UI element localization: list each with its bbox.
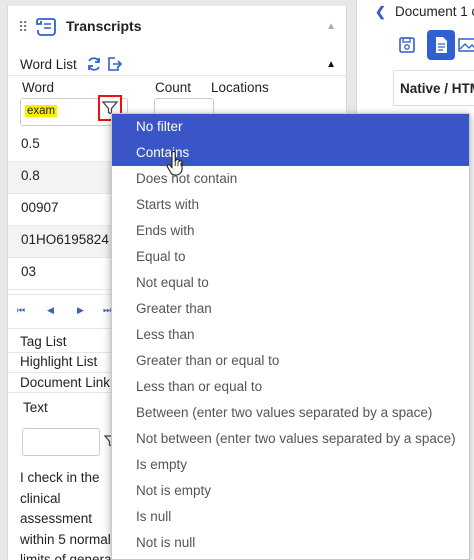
menu-item-less-than-or-equal[interactable]: Less than or equal to (112, 374, 469, 400)
divider (8, 328, 116, 329)
divider (8, 392, 116, 393)
menu-item-greater-than-or-equal[interactable]: Greater than or equal to (112, 348, 469, 374)
column-header-locations[interactable]: Locations (211, 80, 269, 95)
menu-item-ends-with[interactable]: Ends with (112, 218, 469, 244)
word-list-label: Word List (20, 57, 77, 72)
filter-operator-menu: No filter Contains Does not contain Star… (111, 113, 470, 560)
native-html-tab-label: Native / HTM (400, 81, 474, 96)
prev-page-icon[interactable]: ◀ (47, 305, 54, 316)
column-header-count[interactable]: Count (155, 80, 191, 95)
scroll-icon (36, 18, 56, 36)
menu-item-not-equal-to[interactable]: Not equal to (112, 270, 469, 296)
menu-item-not-between[interactable]: Not between (enter two values separated … (112, 426, 469, 452)
transcripts-panel-header: ⠿ Transcripts ▲ (8, 14, 348, 42)
word-row[interactable]: 0.8 (8, 162, 116, 194)
save-icon (399, 37, 415, 53)
column-header-word[interactable]: Word (22, 80, 54, 95)
menu-item-not-is-empty[interactable]: Not is empty (112, 478, 469, 504)
menu-item-less-than[interactable]: Less than (112, 322, 469, 348)
word-list-header: Word List ▲ (8, 54, 348, 76)
image-icon (458, 38, 474, 52)
native-view-button[interactable] (427, 30, 455, 60)
word-list-pager: ⏮ ◀ ▶ ⏭ (8, 294, 116, 328)
text-line: assessment (20, 511, 93, 526)
word-cell: 0.8 (21, 168, 40, 183)
tag-list-section[interactable]: Tag List (20, 334, 67, 349)
divider (8, 372, 116, 373)
document-link-section[interactable]: Document Link (20, 375, 110, 390)
word-cell: 0.5 (21, 136, 40, 151)
image-view-button[interactable] (457, 30, 474, 60)
export-icon[interactable] (106, 56, 122, 72)
text-filter-input[interactable] (22, 428, 100, 456)
hand-pointer-cursor-icon (166, 151, 183, 176)
menu-item-no-filter[interactable]: No filter (112, 114, 469, 140)
word-list-collapse-icon[interactable]: ▲ (326, 59, 336, 70)
save-button[interactable] (393, 30, 421, 60)
text-column-header: Text (23, 400, 48, 415)
menu-item-starts-with[interactable]: Starts with (112, 192, 469, 218)
menu-item-not-is-null[interactable]: Not is null (112, 530, 469, 556)
text-line: clinical (20, 490, 61, 506)
document-title: Document 1 c (395, 4, 474, 19)
word-row[interactable]: 0.5 (8, 130, 116, 162)
transcript-text-preview: I check in the clinical assessment withi… (20, 468, 116, 560)
word-row[interactable]: 03 (8, 258, 116, 290)
last-page-icon[interactable]: ⏭ (103, 305, 111, 316)
collapse-up-icon[interactable]: ▲ (326, 21, 336, 32)
menu-item-greater-than[interactable]: Greater than (112, 296, 469, 322)
divider (8, 352, 116, 353)
native-html-tab[interactable]: Native / HTM (393, 70, 474, 106)
word-cell: 00907 (21, 200, 59, 215)
word-cell: 03 (21, 264, 37, 279)
next-page-icon[interactable]: ▶ (77, 305, 84, 316)
refresh-icon[interactable] (86, 56, 102, 72)
highlight-list-section[interactable]: Highlight List (20, 354, 97, 369)
word-row[interactable]: 01HO6195824 (8, 226, 116, 258)
drag-handle-icon[interactable]: ⠿ (18, 19, 28, 36)
first-page-icon[interactable]: ⏮ (17, 305, 25, 316)
word-filter-value: exam (25, 105, 58, 117)
text-line: I check in the (20, 470, 100, 485)
transcripts-title: Transcripts (66, 18, 142, 34)
menu-item-is-empty[interactable]: Is empty (112, 452, 469, 478)
word-row[interactable]: 00907 (8, 194, 116, 226)
menu-item-is-null[interactable]: Is null (112, 504, 469, 530)
menu-item-equal-to[interactable]: Equal to (112, 244, 469, 270)
word-cell: 01HO6195824 (21, 232, 109, 247)
chevron-left-icon[interactable]: ❮ (375, 4, 386, 20)
document-icon (436, 37, 447, 53)
text-line: within 5 normal (20, 531, 111, 547)
menu-item-between[interactable]: Between (enter two values separated by a… (112, 400, 469, 426)
text-line: limits of genera (20, 552, 112, 560)
